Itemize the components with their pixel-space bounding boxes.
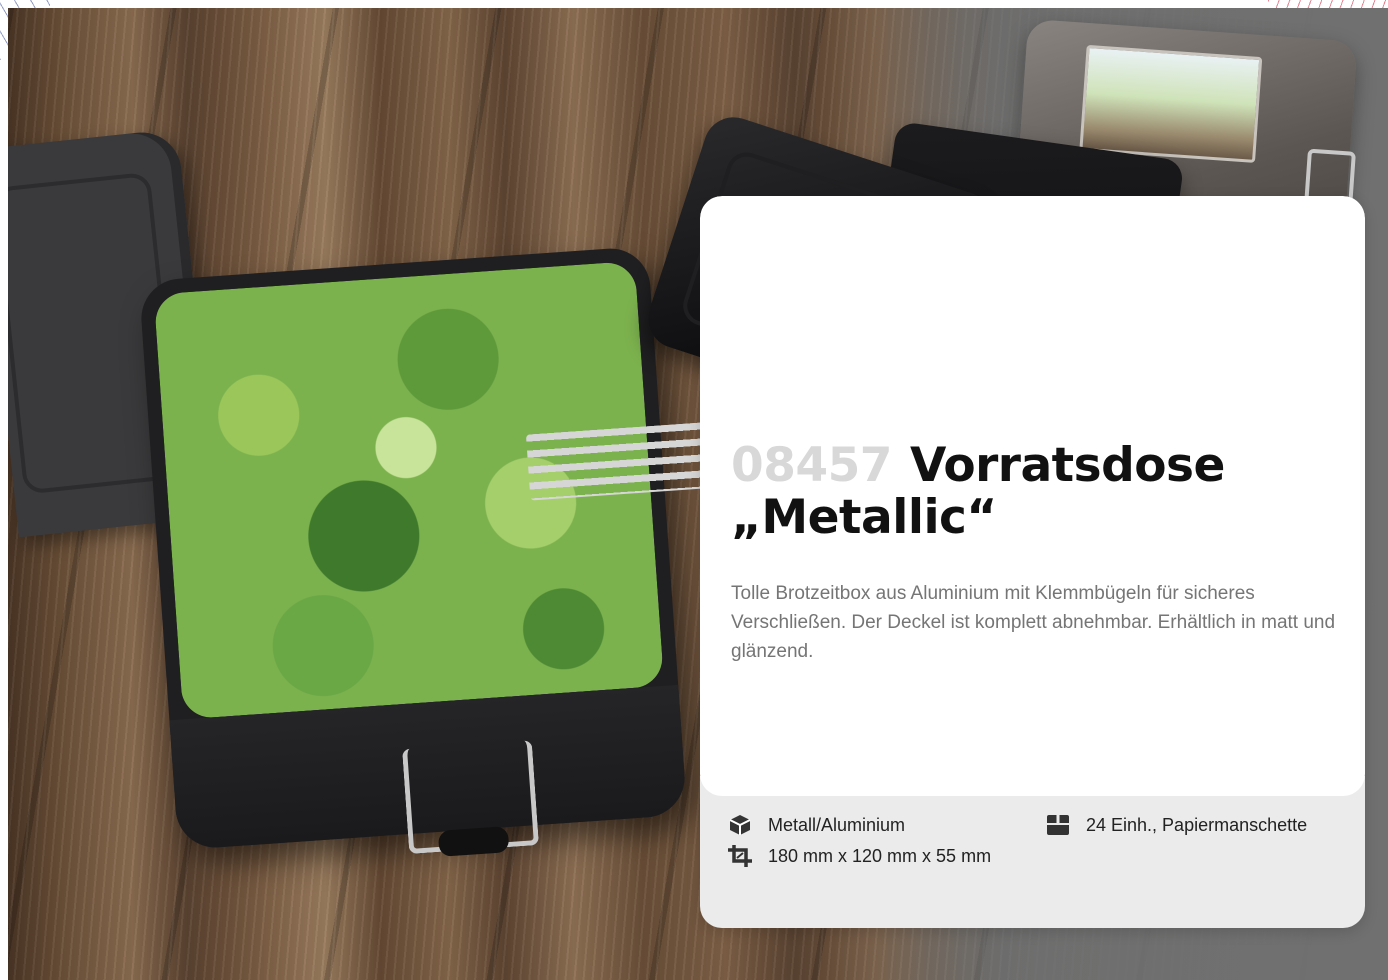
spec-material: Metall/Aluminium	[728, 814, 905, 836]
spec-material-text: Metall/Aluminium	[768, 814, 906, 835]
product-name-line2: „Metallic“	[731, 490, 997, 545]
lunchbox-clip	[402, 740, 540, 855]
crop-size-icon	[728, 845, 754, 867]
spec-packaging-text: 24 Einh., Papiermanschette	[1086, 814, 1308, 835]
spec-packaging: 24 Einh., Papiermanschette	[1046, 814, 1307, 836]
product-card-main: 08457 Vorratsdose „Metallic“ Tolle Brotze…	[700, 196, 1365, 796]
product-description: Tolle Brotzeitbox aus Aluminium mit Klem…	[731, 583, 1336, 662]
product-card: 08457 Vorratsdose „Metallic“ Tolle Brotze…	[700, 196, 1365, 928]
fork-image	[525, 421, 721, 501]
lunchbox-with-salad-image	[138, 245, 688, 855]
corner-decoration-right	[1268, 0, 1388, 8]
product-title: 08457 Vorratsdose „Metallic“	[731, 440, 1331, 544]
box-icon	[728, 814, 754, 836]
printed-lid-label	[1079, 44, 1263, 163]
spec-dimensions: 180 mm x 120 mm x 55 mm	[728, 845, 991, 867]
article-number: 08457	[731, 438, 893, 493]
package-icon	[1046, 814, 1072, 836]
product-name-line1: Vorratsdose	[910, 438, 1225, 493]
spec-dimensions-text: 180 mm x 120 mm x 55 mm	[768, 845, 992, 866]
